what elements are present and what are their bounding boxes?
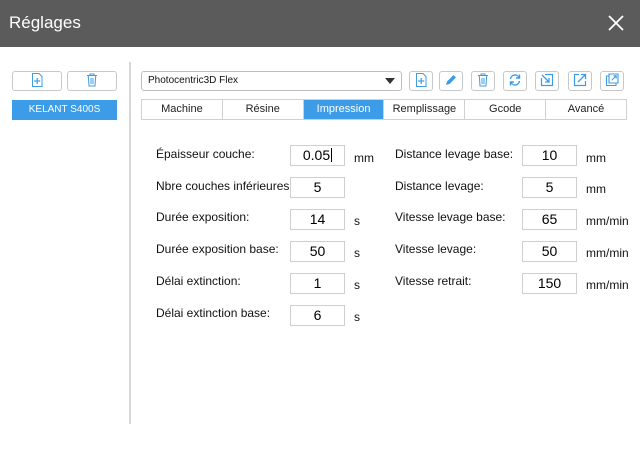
import-icon: [540, 72, 554, 91]
refresh-icon: [508, 72, 522, 91]
tab-print[interactable]: Impression: [303, 100, 385, 119]
base-lift-distance-input[interactable]: 10: [522, 145, 577, 166]
base-light-off-delay-input[interactable]: 6: [290, 305, 345, 326]
bottom-layers-label: Nbre couches inférieures:: [156, 179, 293, 193]
base-light-off-delay-unit: s: [354, 310, 360, 324]
base-lift-distance-unit: mm: [586, 151, 606, 165]
lift-speed-input[interactable]: 50: [522, 241, 577, 262]
lift-distance-label: Distance levage:: [395, 179, 484, 193]
panel-divider: [129, 62, 131, 424]
retract-speed-input[interactable]: 150: [522, 273, 577, 294]
title-bar: Réglages: [0, 0, 640, 47]
base-lift-speed-label: Vitesse levage base:: [395, 210, 506, 224]
base-exposure-time-input[interactable]: 50: [290, 241, 345, 262]
base-exposure-time-unit: s: [354, 246, 360, 260]
tab-resin[interactable]: Résine: [223, 100, 304, 119]
profile-select[interactable]: Photocentric3D Flex: [141, 71, 402, 91]
lift-speed-unit: mm/min: [586, 246, 629, 260]
layer-thickness-label: Épaisseur couche:: [156, 147, 255, 161]
machine-list-item[interactable]: KELANT S400S: [12, 100, 117, 120]
export-icon: [573, 72, 587, 91]
exposure-time-input[interactable]: 14: [290, 209, 345, 230]
add-file-icon: [31, 72, 43, 91]
light-off-delay-unit: s: [354, 278, 360, 292]
edit-profile-button[interactable]: [439, 71, 463, 91]
base-lift-speed-unit: mm/min: [586, 214, 629, 228]
new-profile-button[interactable]: [409, 71, 433, 91]
chevron-down-icon: [385, 78, 395, 84]
close-icon[interactable]: [604, 11, 628, 35]
settings-dialog: Réglages KELANT S400S Photocentric3D Fle…: [0, 0, 640, 453]
retract-speed-label: Vitesse retrait:: [395, 274, 472, 288]
trash-icon: [477, 72, 489, 91]
lift-distance-input[interactable]: 5: [522, 177, 577, 198]
window-title: Réglages: [9, 13, 81, 32]
lift-distance-unit: mm: [586, 182, 606, 196]
add-file-icon: [415, 72, 427, 91]
tab-gcode[interactable]: Gcode: [465, 100, 547, 119]
layer-thickness-value: 0.05: [302, 147, 331, 163]
bottom-layers-input[interactable]: 5: [290, 177, 345, 198]
profile-selected-value: Photocentric3D Flex: [148, 75, 239, 86]
layer-thickness-input[interactable]: 0.05: [290, 145, 345, 166]
light-off-delay-input[interactable]: 1: [290, 273, 345, 294]
light-off-delay-label: Délai extinction:: [156, 274, 241, 288]
tab-advanced[interactable]: Avancé: [546, 100, 626, 119]
export-profile-button[interactable]: [568, 71, 592, 91]
settings-tabs: Machine Résine Impression Remplissage Gc…: [141, 99, 627, 120]
trash-icon: [86, 72, 98, 91]
delete-machine-button[interactable]: [67, 71, 117, 91]
add-machine-button[interactable]: [12, 71, 62, 91]
base-exposure-time-label: Durée exposition base:: [156, 242, 279, 256]
lift-speed-label: Vitesse levage:: [395, 242, 477, 256]
base-lift-distance-label: Distance levage base:: [395, 147, 514, 161]
export-all-icon: [605, 72, 619, 91]
layer-thickness-unit: mm: [354, 151, 374, 165]
delete-profile-button[interactable]: [471, 71, 495, 91]
base-lift-speed-input[interactable]: 65: [522, 209, 577, 230]
retract-speed-unit: mm/min: [586, 278, 629, 292]
exposure-time-unit: s: [354, 214, 360, 228]
tab-machine[interactable]: Machine: [142, 100, 223, 119]
text-cursor: [331, 148, 333, 162]
tab-infill[interactable]: Remplissage: [384, 100, 466, 119]
import-profile-button[interactable]: [535, 71, 559, 91]
pencil-icon: [444, 72, 458, 91]
base-light-off-delay-label: Délai extinction base:: [156, 306, 271, 320]
exposure-time-label: Durée exposition:: [156, 210, 250, 224]
export-all-profiles-button[interactable]: [600, 71, 624, 91]
reset-profile-button[interactable]: [503, 71, 527, 91]
